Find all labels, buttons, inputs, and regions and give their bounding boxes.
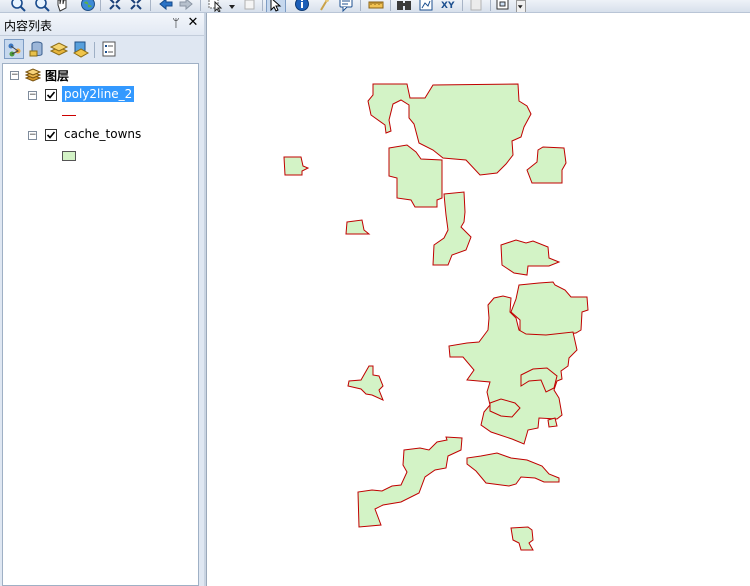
town-polygon [283,156,310,176]
select-elements-icon[interactable] [266,0,286,12]
find-route-icon[interactable] [418,0,434,12]
town-polygon [345,219,371,235]
pin-icon[interactable]: ᛘ [168,15,184,31]
map-canvas[interactable] [207,13,750,586]
toc-title: 内容列表 [4,19,53,33]
select-dropdown-icon[interactable] [224,0,235,12]
standard-toolbar: XY [0,0,750,13]
full-extent-icon[interactable] [80,0,96,12]
map-display[interactable] [206,13,750,586]
layer-cache-towns-checkbox[interactable] [45,129,57,141]
pan-icon[interactable] [54,0,70,12]
town-polygon [526,146,567,184]
town-polygon [388,144,443,208]
create-viewer-icon[interactable] [495,0,511,12]
list-by-drawing-order-icon[interactable] [4,39,24,59]
town-polygon [510,526,534,551]
zoom-out-icon[interactable] [34,0,50,12]
toc-header: 内容列表 ᛘ ✕ [0,13,204,36]
table-of-contents-panel: 内容列表 ᛘ ✕ − 图层 − poly2line_2 − cache_town… [0,13,204,586]
clear-selection-icon[interactable] [242,0,258,12]
layer-poly2line-collapse-icon[interactable]: − [28,91,37,100]
identify-icon[interactable] [294,0,310,12]
town-polygon [432,191,472,266]
town-polygon [357,436,463,528]
list-by-source-icon[interactable] [27,39,47,59]
town-polygon [547,417,558,428]
time-slider-icon[interactable] [468,0,484,12]
toc-toolbar [0,36,204,62]
fixed-zoom-in-icon[interactable] [107,0,123,12]
town-polygon [500,239,561,276]
forward-extent-icon[interactable] [178,0,194,12]
toc-tree: − 图层 − poly2line_2 − cache_towns [2,63,199,586]
go-to-xy-icon[interactable]: XY [440,0,458,12]
layers-group-label[interactable]: 图层 [45,67,69,84]
toolbar-overflow-icon[interactable] [516,0,526,12]
measure-icon[interactable] [368,0,384,12]
close-icon[interactable]: ✕ [185,15,201,31]
layer-cache-towns-collapse-icon[interactable]: − [28,131,37,140]
zoom-in-icon[interactable] [10,0,26,12]
list-by-visibility-icon[interactable] [49,39,69,59]
layers-group-icon [24,67,42,83]
layer-cache-towns-label[interactable]: cache_towns [64,127,141,141]
hyperlink-icon[interactable] [316,0,332,12]
polygon-symbol-swatch[interactable] [62,151,76,161]
html-popup-icon[interactable] [338,0,354,12]
town-polygon [347,365,384,401]
select-features-icon[interactable] [207,0,223,12]
fixed-zoom-out-icon[interactable] [128,0,144,12]
options-icon[interactable] [99,39,119,59]
town-polygon [466,452,560,487]
list-by-selection-icon[interactable] [71,39,91,59]
line-symbol-swatch[interactable] [62,115,76,116]
town-polygon [510,281,589,339]
group-collapse-icon[interactable]: − [10,71,19,80]
back-extent-icon[interactable] [158,0,174,12]
go-to-xy-label: XY [441,1,455,11]
layer-poly2line-checkbox[interactable] [45,89,57,101]
find-icon[interactable] [396,0,412,12]
layer-poly2line-label[interactable]: poly2line_2 [62,86,135,102]
